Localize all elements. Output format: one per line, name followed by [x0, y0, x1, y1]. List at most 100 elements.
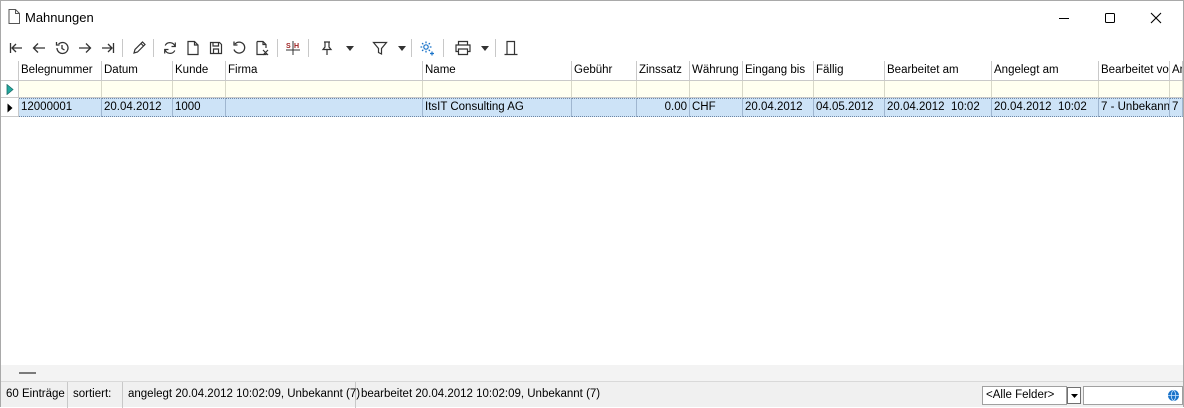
- column-header-faellig[interactable]: Fällig: [814, 61, 885, 81]
- edit-pencil-icon: [133, 41, 146, 54]
- chevron-down-icon: [398, 45, 406, 51]
- filter-cell-angelegt-von[interactable]: [1170, 81, 1183, 98]
- print-dropdown-button[interactable]: [480, 37, 490, 59]
- cell-faellig[interactable]: 04.05.2012: [814, 98, 885, 117]
- filter-cell-eingang-bis[interactable]: [743, 81, 814, 98]
- chevron-down-icon: [1070, 393, 1078, 398]
- cell-bearbeitet-am[interactable]: 20.04.2012 10:02: [885, 98, 992, 117]
- print-button[interactable]: [452, 37, 474, 59]
- cell-gebuehr[interactable]: [572, 98, 637, 117]
- toolbar: S H: [1, 34, 1183, 61]
- svg-text:S: S: [286, 43, 291, 50]
- column-header-firma[interactable]: Firma: [226, 61, 423, 81]
- maximize-button[interactable]: [1087, 1, 1133, 34]
- previous-record-button[interactable]: [28, 37, 50, 59]
- pin-dropdown-button[interactable]: [345, 37, 355, 59]
- filter-cell-kunde[interactable]: [173, 81, 226, 98]
- status-edited-info: bearbeitet 20.04.2012 10:02:09, Unbekann…: [361, 388, 601, 400]
- column-header-zinssatz[interactable]: Zinssatz: [637, 61, 690, 81]
- window-title: Mahnungen: [25, 10, 94, 25]
- refresh-button[interactable]: [159, 37, 181, 59]
- close-button[interactable]: [1133, 1, 1179, 34]
- last-record-button[interactable]: [97, 37, 119, 59]
- filter-cell-bearbeitet-am[interactable]: [885, 81, 992, 98]
- column-header-waehrung[interactable]: Währung: [690, 61, 743, 81]
- filter-cell-datum[interactable]: [102, 81, 173, 98]
- settings-icon: [420, 41, 434, 56]
- cell-kunde[interactable]: 1000: [173, 98, 226, 117]
- table-row[interactable]: 12000001 20.04.2012 1000 ItsIT Consultin…: [1, 98, 1183, 117]
- column-header-bearbeitet-am[interactable]: Bearbeitet am: [885, 61, 992, 81]
- column-header-belegnummer[interactable]: Belegnummer: [19, 61, 102, 81]
- filter-dropdown-button[interactable]: [397, 37, 407, 59]
- column-header-datum[interactable]: Datum: [102, 61, 173, 81]
- panel-splitter[interactable]: [1, 365, 1183, 381]
- previous-record-icon: [32, 43, 45, 53]
- chevron-down-icon: [346, 45, 354, 51]
- history-button[interactable]: [51, 37, 73, 59]
- history-icon: [55, 41, 69, 55]
- column-header-gebuehr[interactable]: Gebühr: [572, 61, 637, 81]
- cell-eingang-bis[interactable]: 20.04.2012: [743, 98, 814, 117]
- splitter-grip[interactable]: [19, 372, 36, 374]
- print-icon: [455, 40, 471, 56]
- cell-zinssatz[interactable]: 0.00: [637, 98, 690, 117]
- filter-cell-zinssatz[interactable]: [637, 81, 690, 98]
- globe-search-icon: [1168, 389, 1179, 402]
- maximize-icon: [1105, 12, 1115, 23]
- cell-angelegt-von[interactable]: 7: [1170, 98, 1183, 117]
- mahnungen-window: Mahnungen S H Belegnummer Datum Kunde Fi…: [0, 0, 1184, 408]
- pin-button[interactable]: [316, 37, 338, 59]
- filter-row-arrow-icon: [6, 83, 14, 95]
- save-button[interactable]: [205, 37, 227, 59]
- close-icon: [1150, 12, 1162, 23]
- first-record-icon: [9, 43, 22, 53]
- filter-cell-waehrung[interactable]: [690, 81, 743, 98]
- column-header-angelegt-am[interactable]: Angelegt am: [992, 61, 1099, 81]
- field-selector-dropdown-button[interactable]: [1067, 387, 1081, 404]
- filter-cell-belegnummer[interactable]: [19, 81, 102, 98]
- next-record-button[interactable]: [74, 37, 96, 59]
- column-header-name[interactable]: Name: [423, 61, 572, 81]
- filter-cell-angelegt-am[interactable]: [992, 81, 1099, 98]
- filter-icon: [372, 41, 388, 55]
- settings-button[interactable]: [416, 37, 438, 59]
- svg-text:H: H: [294, 43, 299, 50]
- cell-angelegt-am[interactable]: 20.04.2012 10:02: [992, 98, 1099, 117]
- split-view-button[interactable]: S H: [282, 37, 304, 59]
- save-icon: [209, 41, 223, 55]
- filter-cell-name[interactable]: [423, 81, 572, 98]
- new-document-button[interactable]: [182, 37, 204, 59]
- undo-button[interactable]: [228, 37, 250, 59]
- cell-firma[interactable]: [226, 98, 423, 117]
- minimize-button[interactable]: [1041, 1, 1087, 34]
- edit-button[interactable]: [128, 37, 150, 59]
- cell-bearbeitet-von[interactable]: 7 - Unbekannt: [1099, 98, 1170, 117]
- filter-cell-firma[interactable]: [226, 81, 423, 98]
- cell-waehrung[interactable]: CHF: [690, 98, 743, 117]
- filter-cell-gebuehr[interactable]: [572, 81, 637, 98]
- cell-belegnummer[interactable]: 12000001: [19, 98, 102, 117]
- filter-cell-faellig[interactable]: [814, 81, 885, 98]
- column-header-kunde[interactable]: Kunde: [173, 61, 226, 81]
- exit-door-icon: [504, 40, 518, 56]
- column-header-angelegt-von[interactable]: Angelegt von: [1170, 61, 1183, 81]
- exit-button[interactable]: [500, 37, 522, 59]
- toolbar-separator: [443, 39, 444, 57]
- first-record-button[interactable]: [5, 37, 27, 59]
- status-created-info: angelegt 20.04.2012 10:02:09, Unbekannt …: [123, 382, 360, 408]
- field-selector-combo[interactable]: <Alle Felder>: [982, 386, 1067, 405]
- cell-datum[interactable]: 20.04.2012: [102, 98, 173, 117]
- toolbar-separator: [411, 39, 412, 57]
- filter-button[interactable]: [369, 37, 391, 59]
- filter-cell-bearbeitet-von[interactable]: [1099, 81, 1170, 98]
- column-header-eingang-bis[interactable]: Eingang bis: [743, 61, 814, 81]
- next-record-icon: [79, 43, 92, 53]
- document-icon: [8, 9, 20, 24]
- cell-name[interactable]: ItsIT Consulting AG: [423, 98, 572, 117]
- column-header-bearbeitet-von[interactable]: Bearbeitet von: [1099, 61, 1170, 81]
- split-view-icon: S H: [286, 41, 300, 55]
- row-header-current[interactable]: [1, 98, 19, 117]
- delete-document-button[interactable]: [251, 37, 273, 59]
- search-input[interactable]: [1083, 386, 1183, 405]
